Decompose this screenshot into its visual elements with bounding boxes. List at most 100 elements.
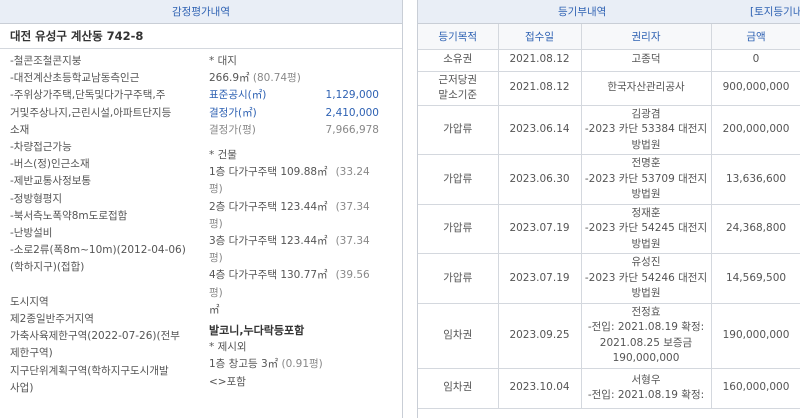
land-area-pyeong: (80.74평) <box>252 72 301 85</box>
holder-detail: -전입: 2021.08.19 확정: <box>587 321 705 333</box>
features-list: -철콘조철콘지붕 -대전계산초등학교남동측인근 -주위상가주택,단독및다가구주택,주… <box>0 49 203 397</box>
amount-cell: 13,636,600 <box>710 154 800 205</box>
holder-cell: 정재훈 -2023 카단 54245 대전지 방법원 <box>580 203 712 254</box>
amount-cell: 160,000,000 <box>710 367 800 409</box>
feature-line: -북서측노폭약8m도로접함 <box>10 209 128 222</box>
registry-row: 소유권 2021.08.12 고종덕 0 <box>418 48 800 72</box>
purpose-cell: 가압류 <box>418 104 499 155</box>
exclusion-label: * 제시외 <box>209 341 247 354</box>
floor-pyeong-unit: 평) <box>209 286 223 299</box>
amount-cell: 0 <box>710 48 800 72</box>
decided-price-row: 결정가(㎡) 2,410,000 <box>209 105 399 122</box>
floor-row: 3층 다가구주택 123.44㎡ (37.34 <box>209 233 399 250</box>
feature-line: -버스(정)인근소재 <box>10 158 90 171</box>
purpose-text: 가압류 <box>443 123 473 135</box>
holder-detail: 방법원 <box>631 188 661 200</box>
land-label: * 대지 <box>209 55 237 67</box>
holder-cell: 한국자산관리공사 <box>580 70 712 106</box>
amount-cell: 14,569,500 <box>710 253 800 304</box>
purpose-cell: 가압류 <box>418 253 499 304</box>
holder-name: 정재훈 <box>631 206 661 219</box>
decided-pyeong-value: 7,966,978 <box>325 123 379 136</box>
floor-pyeong-unit: 평) <box>209 217 223 230</box>
land-area: 266.9㎡ <box>209 72 250 85</box>
date-cell: 2023.06.14 <box>497 104 582 155</box>
date-cell: 2023.09.25 <box>497 302 582 369</box>
registry-row: 가압류 2023.06.14 김광겸 -2023 카단 53384 대전지 방법원 200… <box>418 104 800 155</box>
public-price-value: 1,129,000 <box>325 89 379 102</box>
exclusion-item: 1층 창고등 3㎡ <box>209 358 279 371</box>
holder-detail: 190,000,000 <box>612 352 680 364</box>
holder-detail: 방법원 <box>631 138 661 151</box>
feature-line: 도시지역 <box>10 295 49 308</box>
land-area-row: 266.9㎡ (80.74평) <box>209 70 399 87</box>
floor-row: 4층 다가구주택 130.77㎡ (39.56 <box>209 267 399 284</box>
date-cell: 2023.06.30 <box>497 154 582 205</box>
feature-line: -주위상가주택,단독및다가구주택,주 <box>10 89 166 102</box>
purpose-cell: 임차권 <box>418 367 499 409</box>
registry-header-row: 등기목적 접수일 권리자 금액 <box>418 24 800 50</box>
purpose-text: 근저당권 <box>438 73 478 86</box>
appraisal-header: 감정평가내역 <box>0 0 402 24</box>
holder-cell: 전정효 -전입: 2021.08.19 확정: 2021.08.25 보증금 190,… <box>580 302 712 369</box>
holder-detail: -2023 카단 54246 대전지 <box>584 271 708 284</box>
registry-row: 임차권 2023.10.04 서형우 -전입: 2021.08.19 확정: 160,0… <box>418 367 800 409</box>
decided-price-value: 2,410,000 <box>325 106 379 119</box>
registry-table: 등기목적 접수일 권리자 금액 소유권 2021.08.12 고종덕 0 근저당권말소기… <box>418 24 800 409</box>
purpose-text: 가압류 <box>443 271 473 284</box>
floor-pyeong: (33.24 <box>335 166 370 179</box>
registry-row: 근저당권 말소기준 2021.08.12 한국자산관리공사 900,000,000 <box>418 70 800 106</box>
floor-pyeong: (37.34 <box>335 235 370 248</box>
holder-name: 전명훈 <box>631 157 661 169</box>
feature-line: 소재 <box>10 123 30 136</box>
property-address: 대전 유성구 계산동 742-8 <box>0 24 402 49</box>
feature-line: -난방설비 <box>10 227 53 240</box>
feature-line: 지구단위계획구역(학하지구도시개발 <box>10 364 169 377</box>
amount-cell: 190,000,000 <box>710 302 800 369</box>
floor-desc: 2층 다가구주택 123.44㎡ <box>209 200 328 213</box>
holder-cell: 서형우 -전입: 2021.08.19 확정: <box>580 367 712 409</box>
purpose-text: 임차권 <box>443 381 473 394</box>
holder-name: 고종덕 <box>631 53 661 66</box>
purpose-cell: 소유권 <box>418 48 499 72</box>
building-floors: 1층 다가구주택 109.88㎡ (33.24 평) 2층 다가구주택 123.44㎡… <box>209 164 399 302</box>
feature-line: 거및주상나지,근린시설,아파트단지등 <box>10 106 172 119</box>
holder-name: 서형우 <box>631 373 661 386</box>
holder-name: 유성진 <box>631 256 661 268</box>
date-cell: 2023.07.19 <box>497 203 582 254</box>
decided-pyeong-label: 결정가(평) <box>209 123 256 136</box>
purpose-text: 소유권 <box>443 53 473 66</box>
purpose-cell: 가압류 <box>418 154 499 205</box>
purpose-text: 임차권 <box>443 328 473 341</box>
feature-line: (학하지구)(접합) <box>10 261 85 274</box>
building-label: * 건물 <box>209 149 237 162</box>
exclusion-row: 1층 창고등 3㎡ (0.91평) <box>209 356 399 373</box>
date-cell: 2023.07.19 <box>497 253 582 304</box>
holder-detail: 2021.08.25 보증금 <box>599 336 693 349</box>
holder-name: 전정효 <box>631 305 661 318</box>
feature-line: -제반교통사정보통 <box>10 175 92 188</box>
holder-detail: 방법원 <box>631 287 661 299</box>
feature-line: 제한구역) <box>10 347 53 360</box>
registry-row: 가압류 2023.07.19 유성진 -2023 카단 54246 대전지방법원 14,… <box>418 253 800 304</box>
holder-cell: 고종덕 <box>580 48 712 72</box>
registry-rows: 소유권 2021.08.12 고종덕 0 근저당권 말소기준 2021.08.12 한국자산관… <box>418 48 800 409</box>
amount-cell: 200,000,000 <box>710 104 800 155</box>
purpose-cell: 근저당권말소기준 <box>418 70 499 106</box>
registry-panel: 등기부내역 [토지등기내역 등기목적 접수일 권리자 금액 소유권 2021.08… <box>417 0 800 418</box>
feature-line: -정방형평지 <box>10 192 63 205</box>
registry-row: 가압류 2023.06.30 전명훈 -2023 카단 53709 대전지 방법원 13,… <box>418 154 800 205</box>
col-purpose: 등기목적 <box>418 24 499 50</box>
land-registry-link[interactable]: [토지등기내역 <box>750 0 800 24</box>
date-cell: 2021.08.12 <box>497 70 582 106</box>
floor-pyeong-unit: 평) <box>209 183 223 196</box>
baseline-badge: 말소기준 <box>438 89 478 101</box>
floor-desc: 4층 다가구주택 130.77㎡ <box>209 269 328 282</box>
feature-line: -철콘조철콘지붕 <box>10 55 82 67</box>
registry-title: 등기부내역 <box>558 6 607 18</box>
holder-detail: -2023 카단 54245 대전지 <box>584 222 708 234</box>
holder-cell: 김광겸 -2023 카단 53384 대전지 방법원 <box>580 104 712 155</box>
feature-line: 가축사육제한구역(2022-07-26)(전부 <box>10 330 180 343</box>
amount-cell: 900,000,000 <box>710 70 800 106</box>
decided-pyeong-row: 결정가(평) 7,966,978 <box>209 122 399 139</box>
